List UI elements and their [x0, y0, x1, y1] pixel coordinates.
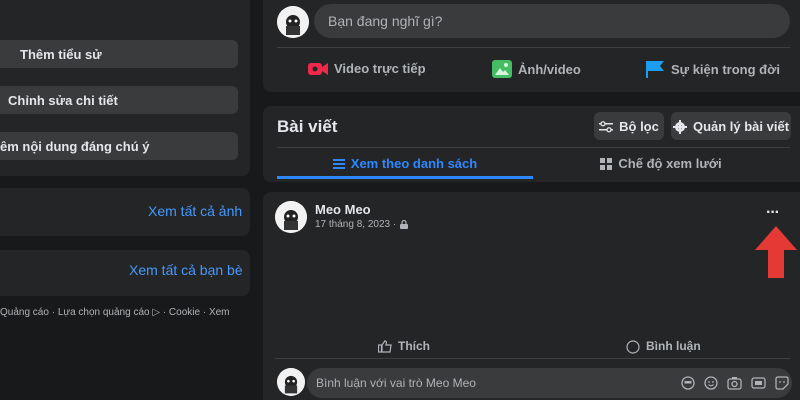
comment-tools — [681, 376, 789, 395]
footer-links[interactable]: Quảng cáo · Lựa chọn quảng cáo ▷ · Cooki… — [0, 307, 230, 318]
comment-placeholder: Bình luận với vai trò Meo Meo — [316, 376, 476, 390]
live-video-button[interactable]: Video trực tiếp — [308, 60, 426, 77]
grid-icon — [600, 156, 613, 171]
tab-active-indicator — [277, 176, 533, 179]
list-icon — [332, 156, 345, 171]
emoji-icon[interactable] — [704, 376, 718, 395]
comment-avatar[interactable] — [277, 368, 305, 396]
composer-input[interactable]: Bạn đang nghĩ gì? — [314, 4, 790, 38]
see-all-photos-link[interactable]: Xem tất cả ảnh — [148, 203, 242, 219]
gear-icon — [672, 118, 687, 134]
edit-details-button[interactable]: Chỉnh sửa chi tiết — [0, 86, 238, 114]
tab-list-label: Xem theo danh sách — [350, 155, 478, 171]
post-more-options-button[interactable]: ··· — [766, 204, 780, 222]
post-author-avatar[interactable] — [275, 201, 307, 233]
red-arrow-annotation — [755, 226, 797, 283]
manage-posts-button[interactable]: Quản lý bài viết — [671, 112, 791, 140]
life-event-label: Sự kiện trong đời — [671, 61, 780, 77]
post-date[interactable]: 17 tháng 8, 2023 · — [315, 219, 396, 230]
filter-label: Bộ lọc — [619, 118, 659, 134]
post-actions-divider — [275, 358, 790, 359]
see-all-friends-link[interactable]: Xem tất cả bạn bè — [129, 262, 243, 278]
flag-icon — [645, 60, 665, 78]
photo-video-label: Ảnh/video — [518, 61, 581, 77]
tab-grid-view[interactable]: Chế độ xem lưới — [533, 150, 789, 176]
video-camera-icon — [308, 60, 328, 77]
composer-avatar[interactable] — [277, 6, 309, 38]
posts-title: Bài viết — [277, 117, 338, 136]
avatar-sticker-icon[interactable] — [681, 376, 695, 395]
filter-icon — [599, 119, 614, 134]
like-icon — [378, 339, 392, 353]
add-bio-label: Thêm tiểu sử — [20, 46, 102, 62]
composer-placeholder: Bạn đang nghĩ gì? — [328, 13, 443, 29]
tab-list-view[interactable]: Xem theo danh sách — [277, 150, 533, 176]
add-featured-button[interactable]: êm nội dung đáng chú ý — [0, 132, 238, 160]
edit-details-label: Chỉnh sửa chi tiết — [8, 92, 118, 108]
panel-divider — [277, 147, 790, 148]
add-bio-button[interactable]: Thêm tiểu sử — [0, 40, 238, 68]
gif-icon[interactable] — [751, 376, 766, 395]
post-meta: 17 tháng 8, 2023 · — [315, 219, 409, 230]
lock-icon — [400, 219, 409, 230]
photo-video-button[interactable]: Ảnh/video — [492, 60, 581, 78]
like-label: Thích — [398, 339, 430, 354]
post-author-name[interactable]: Meo Meo — [315, 202, 371, 217]
add-featured-label: êm nội dung đáng chú ý — [0, 138, 150, 154]
comment-label: Bình luận — [646, 339, 701, 354]
comment-icon — [626, 339, 640, 354]
filter-button[interactable]: Bộ lọc — [594, 112, 664, 140]
like-button[interactable]: Thích — [378, 339, 430, 353]
manage-posts-label: Quản lý bài viết — [692, 118, 790, 134]
tab-grid-label: Chế độ xem lưới — [618, 155, 722, 171]
live-video-label: Video trực tiếp — [334, 60, 426, 76]
camera-icon[interactable] — [727, 376, 742, 395]
composer-divider — [277, 47, 790, 48]
sticker-icon[interactable] — [775, 376, 789, 395]
comment-button[interactable]: Bình luận — [626, 339, 701, 354]
photo-icon — [492, 60, 512, 78]
life-event-button[interactable]: Sự kiện trong đời — [645, 60, 780, 78]
